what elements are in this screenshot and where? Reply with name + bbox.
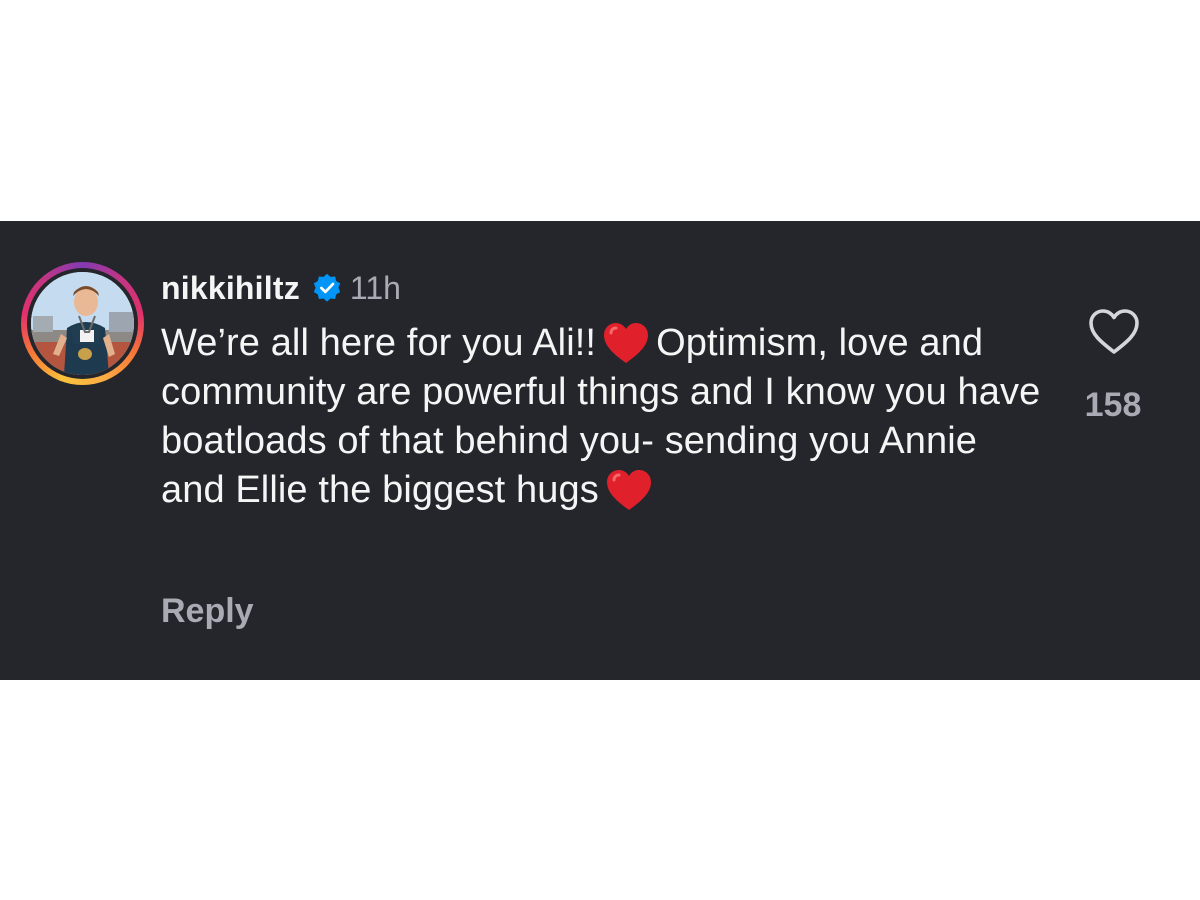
page: nikkihiltz 11h We’re all here for you Al… bbox=[0, 0, 1200, 900]
like-count: 158 bbox=[1084, 386, 1142, 424]
red-heart-emoji bbox=[605, 468, 653, 512]
heart-outline-icon[interactable] bbox=[1087, 307, 1141, 357]
avatar[interactable] bbox=[31, 272, 134, 375]
comment-card: nikkihiltz 11h We’re all here for you Al… bbox=[0, 221, 1200, 680]
red-heart-emoji bbox=[602, 321, 650, 365]
timestamp: 11h bbox=[349, 269, 401, 306]
comment-body: We’re all here for you Ali!! Optimism, lo… bbox=[161, 319, 1041, 515]
verified-badge-icon bbox=[312, 273, 342, 303]
comment-text-part-1: We’re all here for you Ali!! bbox=[161, 322, 597, 364]
avatar-image bbox=[31, 272, 134, 375]
username[interactable]: nikkihiltz bbox=[161, 270, 300, 307]
comment-header: nikkihiltz 11h bbox=[161, 266, 401, 310]
reply-button[interactable]: Reply bbox=[161, 592, 254, 631]
avatar-story-ring[interactable] bbox=[21, 262, 144, 385]
avatar-ring-gap bbox=[27, 268, 138, 379]
